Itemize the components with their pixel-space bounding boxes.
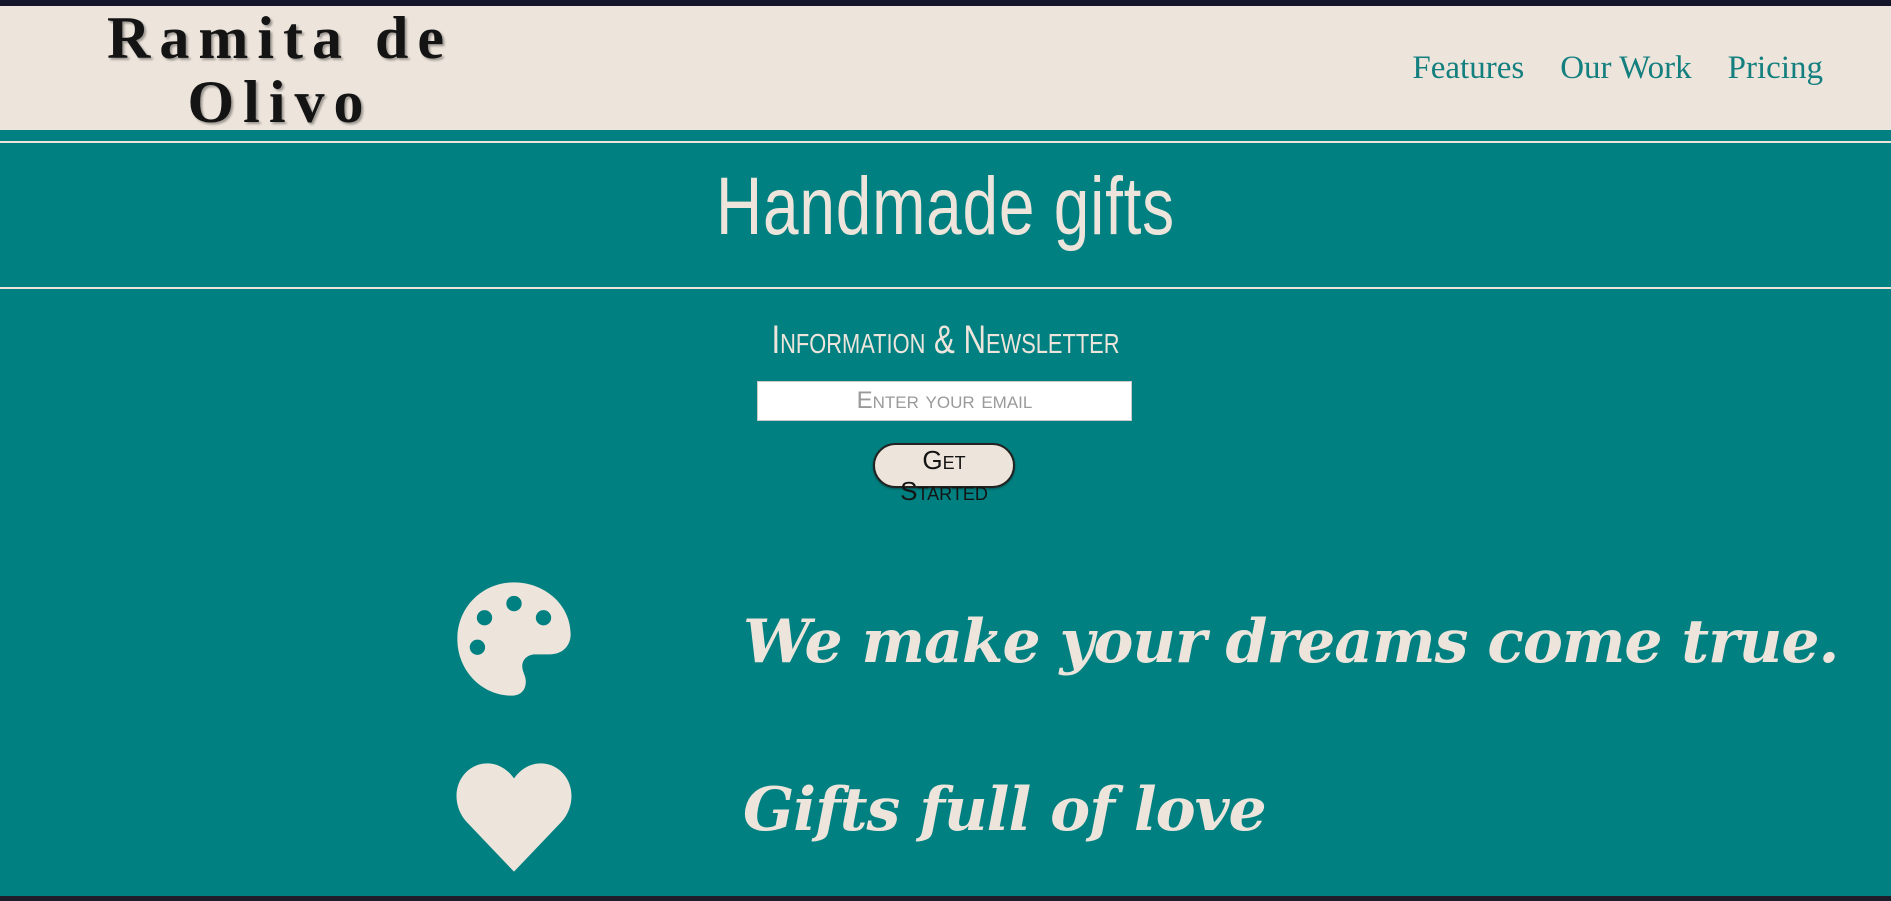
email-input[interactable] <box>757 381 1132 421</box>
brand-line-1: Ramita de <box>107 5 453 71</box>
bottom-edge <box>0 896 1891 901</box>
hero-divider-top <box>0 141 1891 143</box>
nav-link-pricing[interactable]: Pricing <box>1728 50 1823 87</box>
nav-link-features[interactable]: Features <box>1412 50 1524 87</box>
landing-page: Ramita de Olivo Features Our Work Pricin… <box>0 0 1891 901</box>
site-header: Ramita de Olivo Features Our Work Pricin… <box>0 6 1891 134</box>
hero-title: Handmade gifts <box>716 161 1175 252</box>
feature-text-love: Gifts full of love <box>743 775 1267 845</box>
brand-logo[interactable]: Ramita de Olivo <box>70 6 490 134</box>
nav-link-our-work[interactable]: Our Work <box>1560 50 1691 87</box>
newsletter-heading: Information & Newsletter <box>771 318 1120 362</box>
brand-line-2: Olivo <box>187 69 373 135</box>
heart-icon <box>456 763 572 872</box>
get-started-button[interactable]: Get Started <box>873 443 1015 506</box>
hero-divider-bottom <box>0 287 1891 289</box>
feature-text-dreams: We make your dreams come true. <box>743 607 1839 677</box>
palette-icon <box>457 582 571 696</box>
main-nav: Features Our Work Pricing <box>1412 50 1823 87</box>
